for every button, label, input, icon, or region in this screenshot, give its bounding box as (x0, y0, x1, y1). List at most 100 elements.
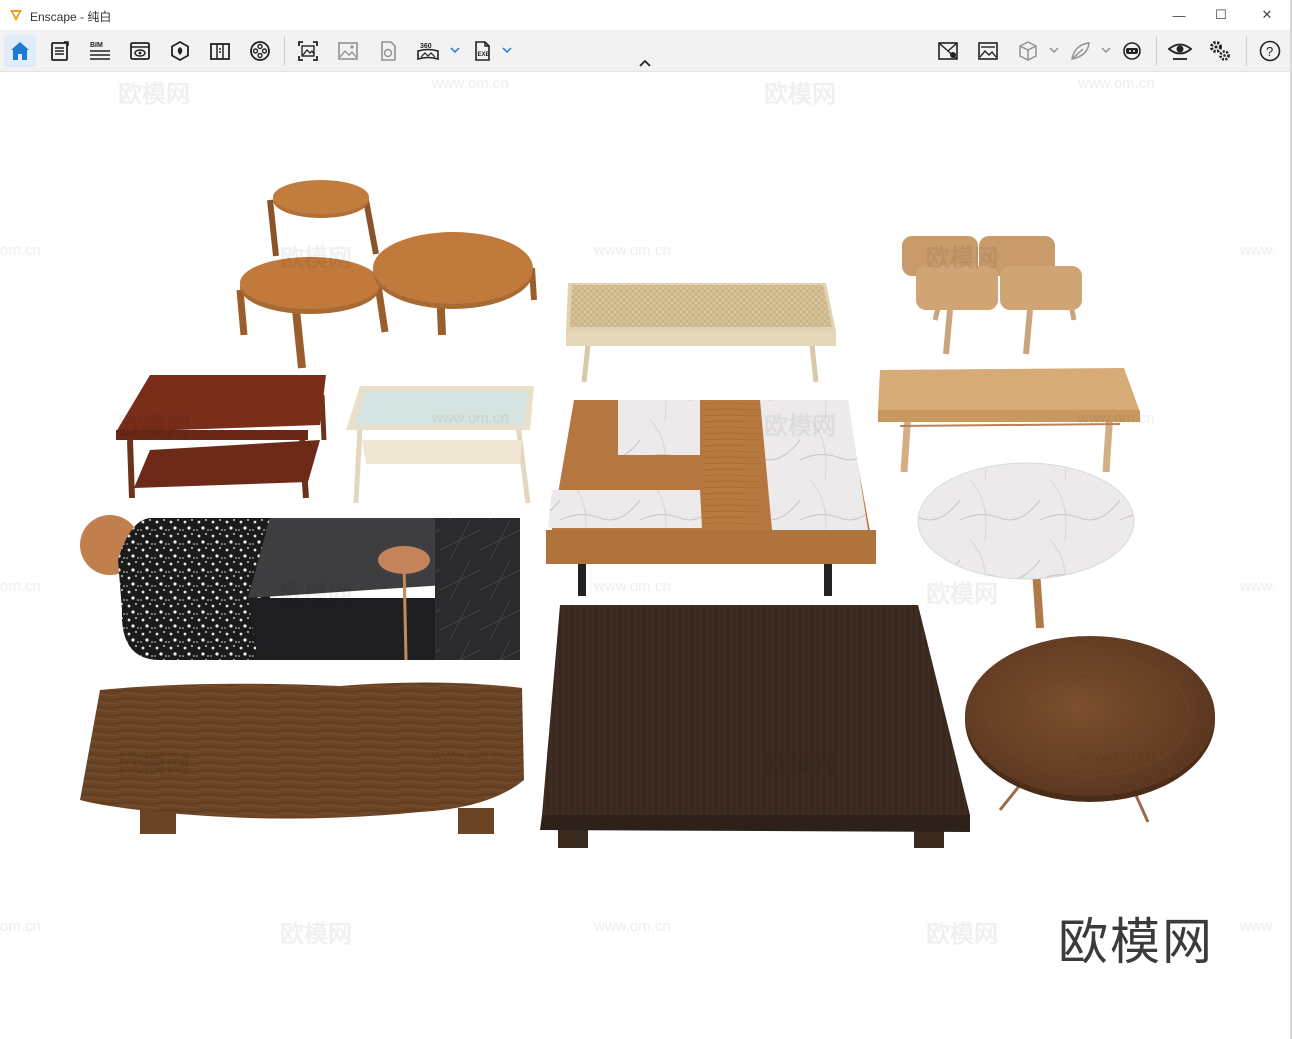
screenshot-icon (298, 41, 318, 61)
dark-low-square-table (540, 605, 970, 848)
maximize-icon: ☐ (1215, 7, 1227, 22)
collapse-toolbar-button[interactable] (636, 56, 654, 70)
watermark-text: 欧模网 (764, 751, 836, 778)
export-dropdown[interactable] (501, 42, 513, 58)
vegetation-button[interactable] (1064, 35, 1096, 67)
cube-dropdown[interactable] (1048, 42, 1060, 58)
watermark-text: 欧模网 (118, 751, 190, 778)
exe-label: EXE (478, 52, 490, 58)
atmosphere-button[interactable] (972, 35, 1004, 67)
file-icon (51, 41, 69, 61)
watermark-url: www.om.cn (594, 242, 671, 259)
cube-icon (1019, 41, 1037, 61)
site-context-icon (938, 42, 958, 60)
asset-button[interactable] (164, 35, 196, 67)
close-icon: ✕ (1261, 7, 1273, 22)
toolbar-separator (284, 36, 285, 66)
asset-icon (171, 40, 189, 62)
watermark-url: www.om.cn (432, 748, 509, 765)
site-context-button[interactable] (932, 35, 964, 67)
watermark-url: om.cn (0, 578, 41, 595)
nesting-round-tables (236, 180, 537, 369)
view-button[interactable] (124, 35, 156, 67)
cube-button[interactable] (1012, 35, 1044, 67)
watermark-text: 欧模网 (764, 81, 836, 108)
panorama-360-button[interactable]: 360 (412, 35, 444, 67)
vr-headset-icon (1123, 42, 1141, 60)
help-icon: ? (1259, 40, 1281, 62)
enscape-logo-icon (10, 10, 22, 21)
help-label: ? (1266, 44, 1273, 59)
close-button[interactable]: ✕ (1244, 0, 1290, 30)
visual-settings-button[interactable] (1164, 35, 1196, 67)
furniture-scene (80, 180, 1215, 848)
vr-button[interactable] (1116, 35, 1148, 67)
minimize-icon: — (1172, 7, 1186, 23)
exe-export-button[interactable]: EXE (466, 35, 498, 67)
watermark-text: 欧模网 (280, 921, 352, 948)
vegetation-icon (1071, 42, 1090, 60)
watermark-url: www.om.cn (1078, 410, 1155, 427)
file-button[interactable] (44, 35, 76, 67)
bim-label: BIM (90, 42, 103, 49)
watermark-url: om.cn (0, 242, 41, 259)
home-icon (11, 42, 29, 60)
watermark-text: 欧模网 (764, 413, 836, 440)
exe-export-icon: EXE (475, 41, 490, 61)
render-viewport[interactable]: 欧模网 www.om.cn 欧模网 www.om.cn om.cn 欧模网 ww… (0, 72, 1290, 1039)
watermark-url: www.om.cn (1078, 75, 1155, 92)
general-settings-button[interactable] (1204, 35, 1236, 67)
panorama-dropdown[interactable] (449, 42, 461, 58)
watermark-url: om.cn (0, 918, 41, 935)
vegetation-dropdown[interactable] (1100, 42, 1112, 58)
help-button[interactable]: ? (1254, 35, 1286, 67)
library-icon (210, 43, 230, 60)
glass-top-table (346, 386, 534, 504)
360-panorama-icon: 360 (417, 43, 439, 61)
library-button[interactable] (204, 35, 236, 67)
toolbar-separator (1156, 36, 1157, 66)
bim-button[interactable]: BIM (84, 35, 116, 67)
watermark-url: www.om.cn (1078, 748, 1155, 765)
panorama-upload-icon (381, 41, 396, 61)
maximize-button[interactable]: ☐ (1198, 0, 1244, 30)
watermark-url: www. (1240, 918, 1276, 935)
chevron-up-icon (639, 59, 651, 67)
batch-render-icon (338, 42, 358, 60)
brand-watermark: 欧模网 (1058, 913, 1214, 971)
material-icon (250, 41, 270, 61)
general-settings-icon (1210, 41, 1230, 61)
minimize-button[interactable]: — (1156, 0, 1202, 30)
watermark-text: 欧模网 (926, 581, 998, 608)
watermark-url: www.om.cn (594, 918, 671, 935)
watermark-text: 欧模网 (118, 413, 190, 440)
visual-settings-icon (1168, 43, 1192, 60)
watermark-url: www. (1240, 242, 1276, 259)
watermark-url: www.om.cn (432, 75, 509, 92)
rattan-bench (566, 283, 836, 383)
bim-icon: BIM (90, 42, 110, 60)
window-title: Enscape - 纯白 (30, 10, 112, 24)
watermark-text: 欧模网 (926, 245, 998, 272)
enscape-window: Enscape - 纯白 — ☐ ✕ BIM 360 EXE ? 欧模网 www… (0, 0, 1292, 1039)
round-walnut-table (965, 636, 1215, 823)
screenshot-button[interactable] (292, 35, 324, 67)
watermark-text: 欧模网 (926, 921, 998, 948)
upload-button[interactable] (372, 35, 404, 67)
watermark-url: www. (1240, 578, 1276, 595)
chevron-down-icon (1049, 47, 1059, 54)
atmosphere-icon (978, 42, 998, 60)
view-icon (130, 42, 150, 60)
home-button[interactable] (4, 35, 36, 67)
chevron-down-icon (502, 47, 512, 54)
watermark-text: 欧模网 (280, 581, 352, 608)
watermark-text: 欧模网 (118, 81, 190, 108)
watermark-text: 欧模网 (280, 245, 352, 272)
chevron-down-icon (1101, 47, 1111, 54)
material-button[interactable] (244, 35, 276, 67)
title-bar: Enscape - 纯白 — ☐ ✕ (0, 0, 1290, 30)
batch-render-button[interactable] (332, 35, 364, 67)
chevron-down-icon (450, 47, 460, 54)
toolbar-separator (1246, 36, 1247, 66)
watermark-url: www.om.cn (594, 578, 671, 595)
